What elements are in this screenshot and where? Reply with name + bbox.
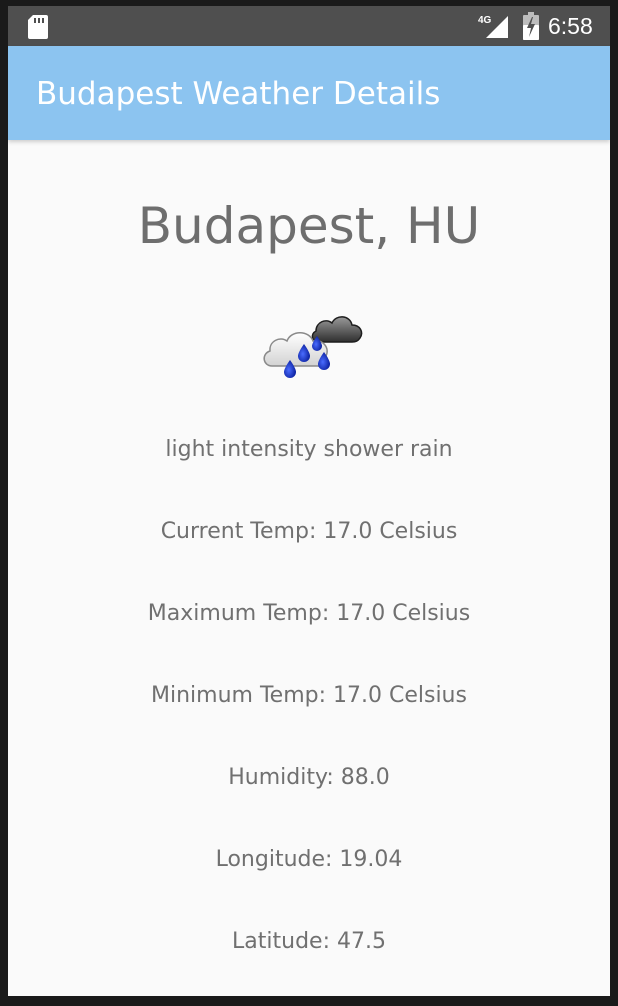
current-temp: Current Temp: 17.0 Celsius [160, 519, 458, 544]
minimum-temp: Minimum Temp: 17.0 Celsius [151, 683, 467, 708]
app-title: Budapest Weather Details [36, 76, 441, 112]
longitude: Longitude: 19.04 [215, 847, 403, 872]
latitude: Latitude: 47.5 [232, 929, 386, 954]
signal-icon: 4G [478, 15, 508, 38]
weather-description: light intensity shower rain [165, 437, 453, 462]
sd-card-icon [28, 15, 48, 39]
battery-charging-icon [523, 12, 539, 40]
humidity: Humidity: 88.0 [228, 765, 390, 790]
app-bar: Budapest Weather Details [8, 46, 610, 140]
weather-details: Budapest, HU light intensity shower rain… [8, 140, 610, 996]
city-name: Budapest, HU [137, 197, 481, 255]
status-bar: 4G 6:58 [8, 6, 610, 46]
phone-screen: 4G 6:58 Budapest Weather Details Budapes… [8, 6, 610, 996]
status-time: 6:58 [548, 13, 593, 39]
maximum-temp: Maximum Temp: 17.0 Celsius [147, 601, 471, 626]
network-type-label: 4G [478, 15, 492, 26]
rain-cloud-icon [263, 316, 363, 378]
